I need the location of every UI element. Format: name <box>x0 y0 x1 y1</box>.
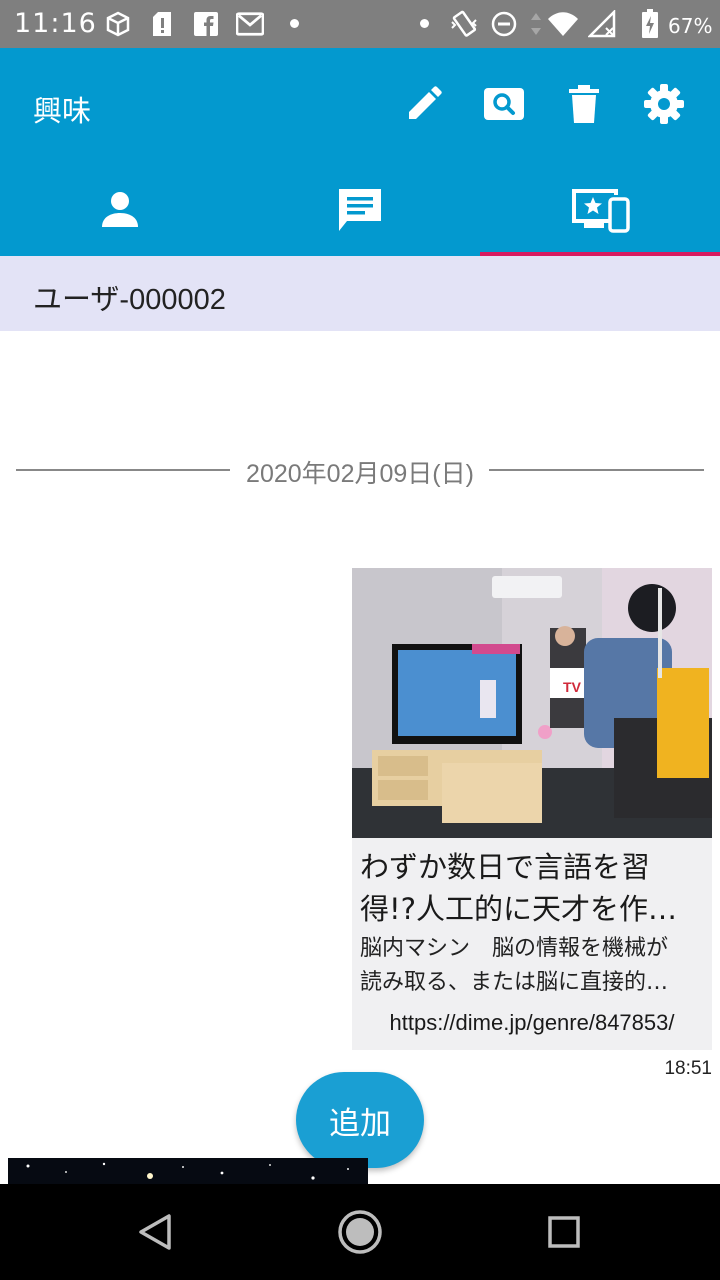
card-thumbnail: TV <box>352 568 712 838</box>
battery-charging-icon <box>638 9 662 38</box>
back-icon[interactable] <box>130 1206 182 1258</box>
no-signal-icon <box>588 10 616 38</box>
card-thumbnail-partial[interactable] <box>8 1158 368 1184</box>
notification-dot-icon <box>420 19 429 28</box>
delete-icon[interactable] <box>562 82 606 126</box>
card-timestamp: 18:51 <box>664 1058 712 1079</box>
link-card[interactable]: TV わずか数日で言語を習 得!?人工的に天才を作り… 脳内マシン 脳の情報を機… <box>352 568 712 1050</box>
card-url[interactable]: https://dime.jp/genre/847853/ <box>352 1010 712 1036</box>
do-not-disturb-icon <box>490 10 518 38</box>
edit-icon[interactable] <box>402 82 446 126</box>
user-name: ユーザ-000002 <box>33 284 226 316</box>
divider-right <box>489 469 704 471</box>
home-icon[interactable] <box>334 1206 386 1258</box>
user-header: ユーザ-000002 <box>0 256 720 331</box>
wifi-icon <box>546 10 580 38</box>
settings-icon[interactable] <box>642 82 686 126</box>
facebook-icon <box>192 10 220 38</box>
devices-star-icon <box>570 185 630 239</box>
navigation-bar <box>0 1184 720 1280</box>
status-time: 11:16 <box>14 8 97 39</box>
status-bar: 11:16 67% <box>0 0 720 48</box>
tab-interests[interactable] <box>480 168 720 256</box>
sd-card-alert-icon <box>148 10 176 38</box>
battery-percent: 67% <box>668 14 713 38</box>
card-title-line-2: 得!?人工的に天才を作り… <box>360 892 706 926</box>
card-description: 脳内マシン 脳の情報を機械が 読み取る、または脳に直接的… <box>360 932 706 1000</box>
cube-icon <box>104 10 132 38</box>
gmail-icon <box>236 10 264 38</box>
card-title: わずか数日で言語を習 得!?人工的に天才を作り… <box>360 846 706 930</box>
date-label: 2020年02月09日(日) <box>246 460 474 488</box>
notification-dot-icon <box>290 19 299 28</box>
chat-icon <box>335 185 385 239</box>
person-icon <box>99 189 141 235</box>
card-desc-line-2: 読み取る、または脳に直接的… <box>360 970 669 995</box>
tv-sign: TV <box>563 679 582 695</box>
app-bar: 興味 <box>0 48 720 256</box>
recents-icon[interactable] <box>538 1206 590 1258</box>
card-title-line-1: わずか数日で言語を習 <box>360 850 651 884</box>
tab-chat[interactable] <box>240 168 480 256</box>
vibrate-icon <box>450 10 478 38</box>
card-desc-line-1: 脳内マシン 脳の情報を機械が <box>360 936 669 961</box>
tab-users[interactable] <box>0 168 240 256</box>
app-title: 興味 <box>33 94 92 128</box>
search-icon[interactable] <box>482 82 526 126</box>
add-button[interactable]: 追加 <box>296 1072 424 1168</box>
